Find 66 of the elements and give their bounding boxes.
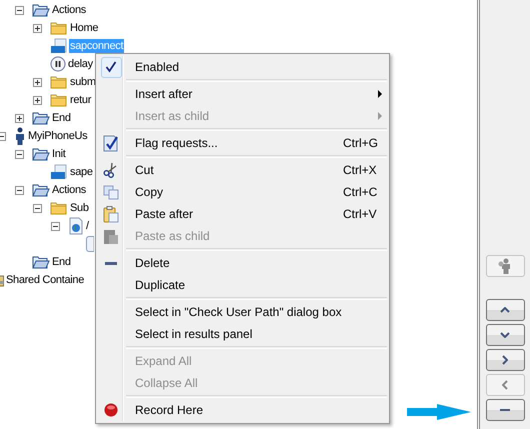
paste-icon bbox=[103, 227, 119, 245]
tree-item[interactable]: MyiPhoneUs bbox=[27, 129, 88, 143]
tree-item[interactable]: Actions bbox=[51, 183, 87, 197]
tree-item[interactable]: Init bbox=[51, 147, 66, 161]
collapse-icon[interactable] bbox=[33, 204, 42, 212]
side-button[interactable] bbox=[486, 399, 524, 421]
menu-item[interactable]: Select in results panel bbox=[98, 323, 387, 345]
record-icon bbox=[104, 403, 118, 417]
expand-icon[interactable] bbox=[33, 96, 42, 104]
scissors-icon bbox=[103, 162, 119, 178]
sap-file-icon bbox=[50, 38, 68, 54]
tree-item[interactable]: delay bbox=[67, 57, 94, 71]
page-globe-icon bbox=[68, 217, 84, 235]
copy-icon bbox=[103, 184, 119, 200]
menu-item[interactable]: Record Here bbox=[98, 399, 387, 421]
folder-icon bbox=[32, 183, 50, 197]
checklist-icon bbox=[102, 134, 120, 152]
collapse-icon[interactable] bbox=[15, 6, 24, 14]
side-button[interactable] bbox=[486, 349, 524, 371]
folder-icon bbox=[32, 3, 50, 17]
menu-item[interactable]: Duplicate bbox=[98, 274, 387, 296]
sap-file-icon bbox=[50, 164, 68, 180]
menu-item[interactable]: Delete bbox=[98, 252, 387, 274]
folder-icon bbox=[32, 111, 50, 125]
folder-icon bbox=[50, 21, 68, 35]
expand-icon[interactable] bbox=[33, 24, 42, 32]
right-chevron-icon bbox=[502, 355, 508, 365]
tree-item[interactable]: retur bbox=[69, 93, 92, 107]
side-button[interactable] bbox=[486, 299, 524, 321]
person-icon bbox=[497, 258, 513, 274]
pause-icon bbox=[50, 56, 66, 72]
tree-item[interactable]: Sub bbox=[69, 201, 90, 215]
minus-icon bbox=[500, 409, 510, 411]
paste-icon bbox=[103, 205, 119, 223]
collapse-icon[interactable] bbox=[15, 186, 24, 194]
tree-item[interactable]: sape bbox=[69, 165, 94, 179]
minus-icon bbox=[105, 262, 117, 264]
tree-item[interactable]: End bbox=[51, 255, 72, 269]
person-icon bbox=[14, 127, 26, 145]
folder-icon bbox=[50, 75, 68, 89]
tree-item[interactable]: Actions bbox=[51, 3, 87, 17]
menu-item[interactable]: Insert after bbox=[98, 83, 387, 105]
collapse-icon[interactable] bbox=[51, 222, 60, 230]
menu-item[interactable]: Paste after Ctrl+V bbox=[98, 203, 387, 225]
tree-item[interactable]: Home bbox=[69, 21, 100, 35]
side-button[interactable] bbox=[486, 324, 524, 346]
down-chevron-icon bbox=[500, 332, 510, 338]
expand-icon[interactable] bbox=[15, 114, 24, 122]
menu-item[interactable]: Select in "Check User Path" dialog box bbox=[98, 301, 387, 323]
folder-icon bbox=[32, 147, 50, 161]
tree-item[interactable]: / bbox=[85, 219, 90, 233]
tree-item[interactable]: End bbox=[51, 111, 72, 125]
up-chevron-icon bbox=[500, 307, 510, 313]
tree-item[interactable]: Shared Containe bbox=[5, 273, 86, 287]
folder-icon bbox=[32, 255, 50, 269]
expand-icon[interactable] bbox=[33, 78, 42, 86]
menu-item[interactable]: Enabled bbox=[98, 56, 387, 78]
menu-item[interactable]: Copy Ctrl+C bbox=[98, 181, 387, 203]
menu-item[interactable]: Cut Ctrl+X bbox=[98, 159, 387, 181]
pointer-arrow bbox=[407, 403, 471, 421]
folder-icon bbox=[50, 201, 68, 215]
collapse-icon[interactable] bbox=[15, 150, 24, 158]
left-chevron-icon bbox=[502, 380, 508, 390]
tree-item[interactable]: subm bbox=[69, 75, 97, 89]
menu-item[interactable]: Flag requests... Ctrl+G bbox=[98, 132, 387, 154]
folder-icon bbox=[50, 93, 68, 107]
